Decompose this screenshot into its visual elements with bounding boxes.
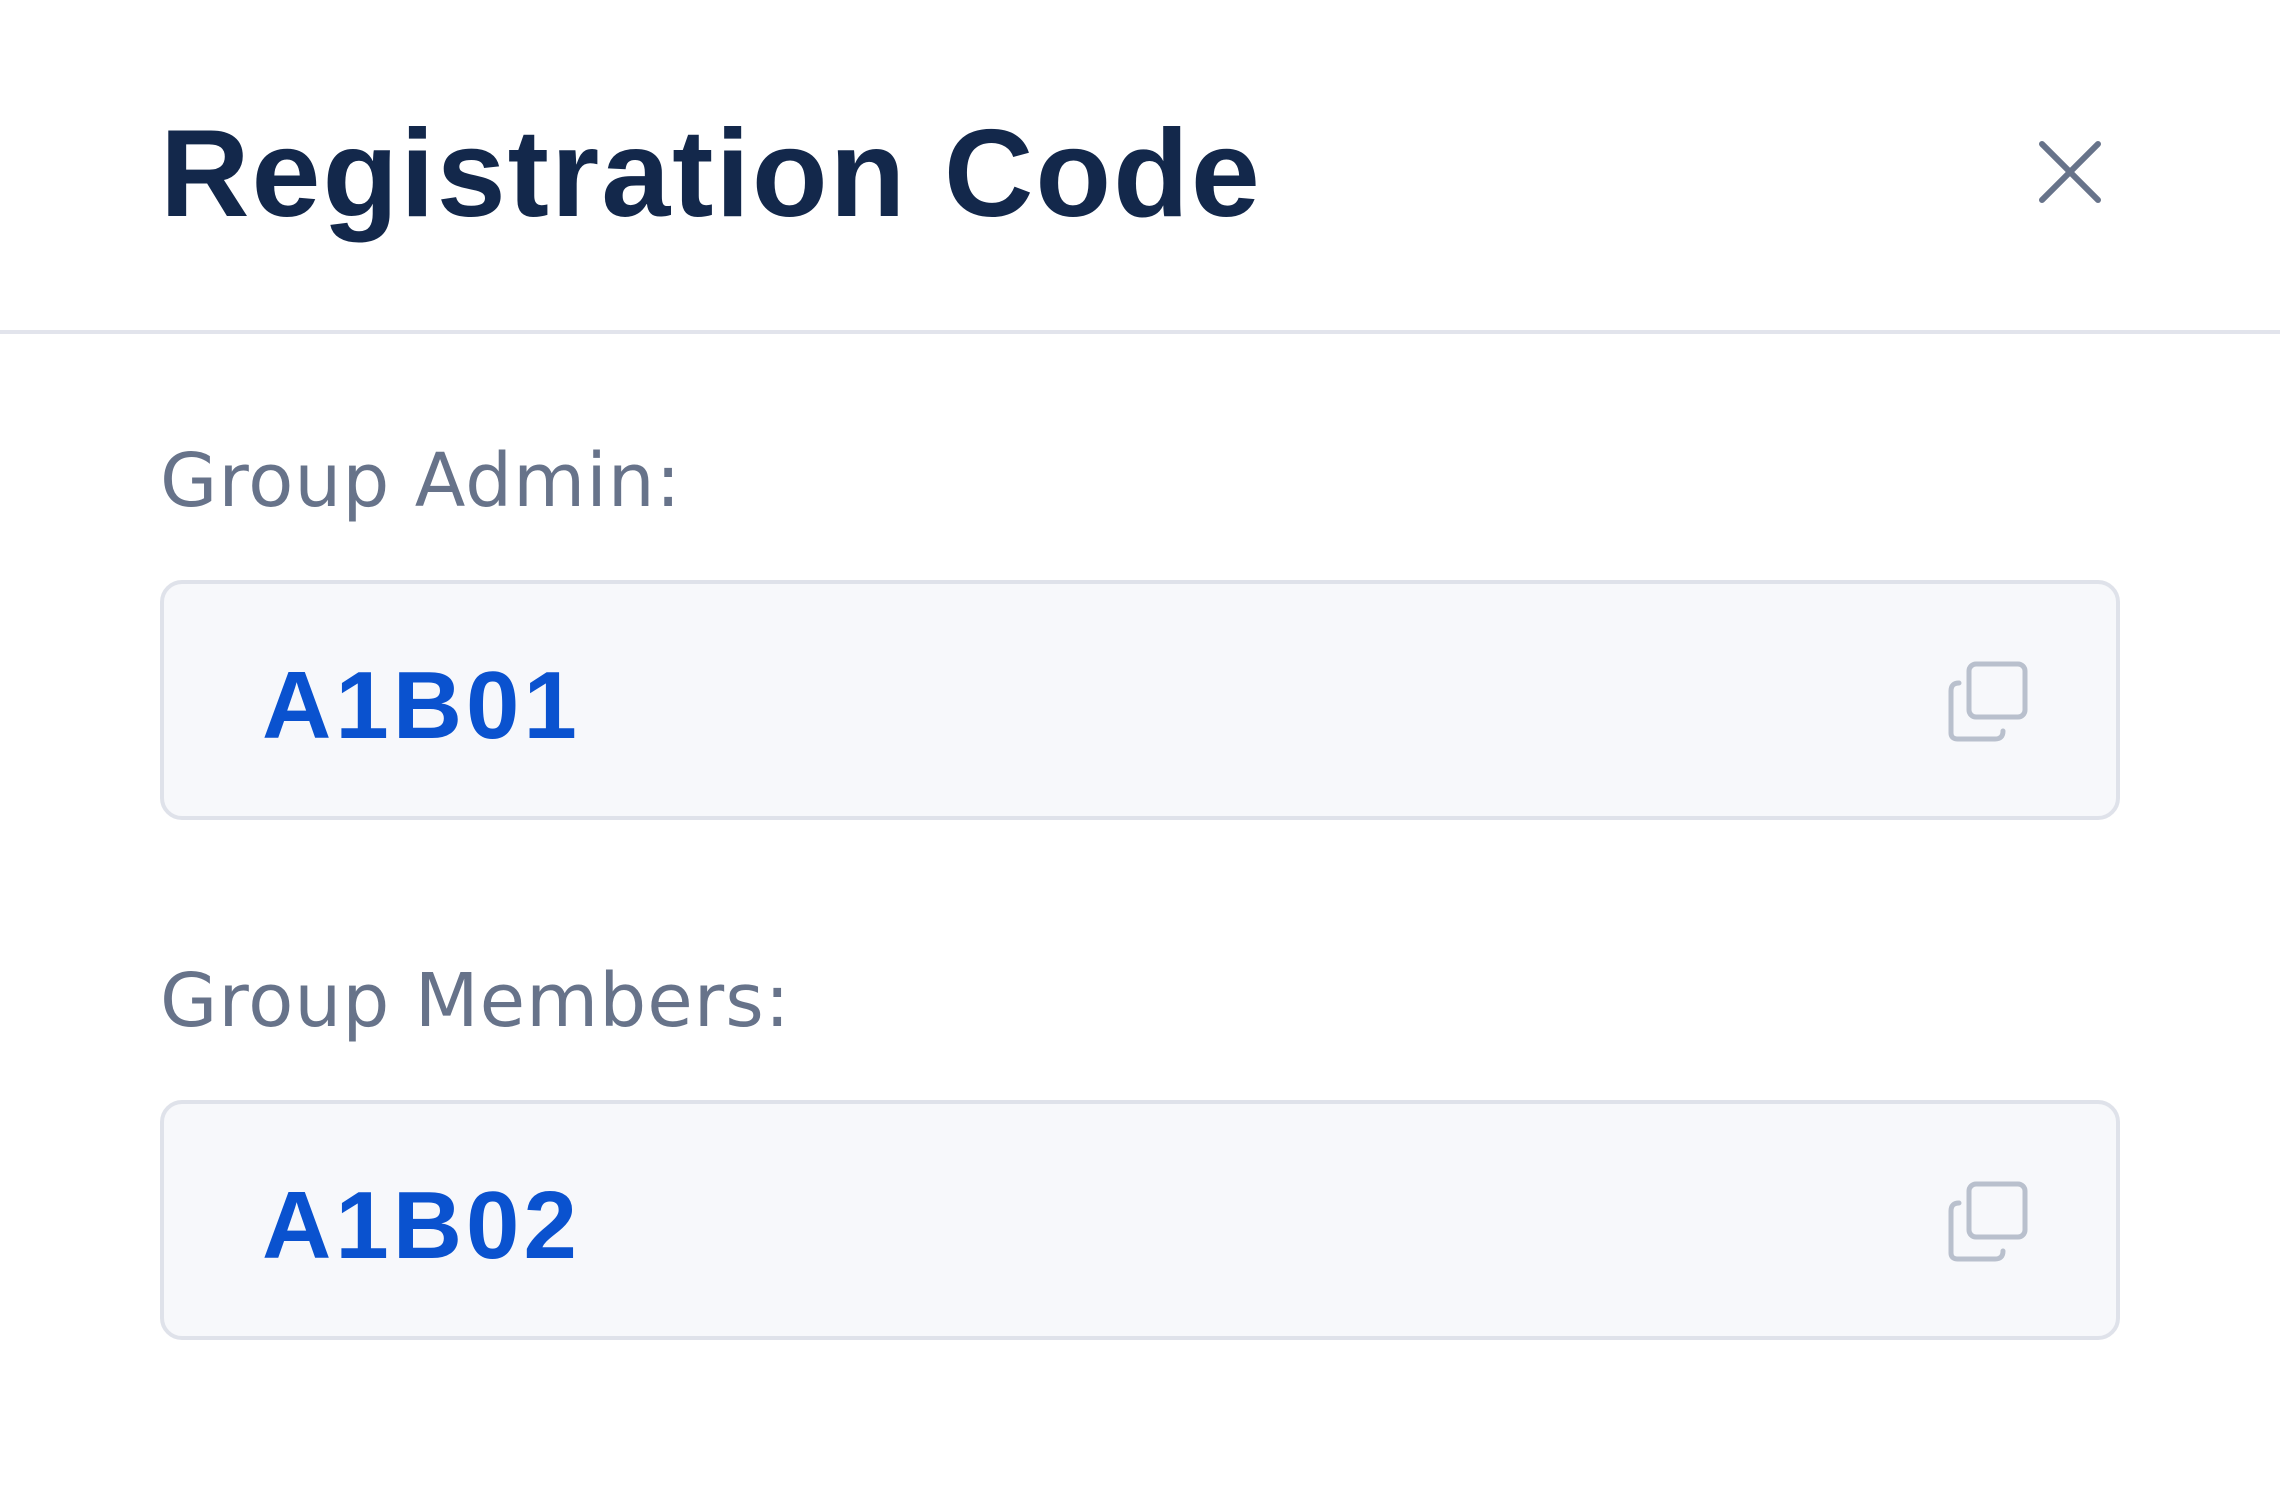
copy-icon [1948, 661, 2028, 742]
copy-group-admin-code-button[interactable] [1940, 654, 2036, 750]
group-admin-code-field: A1B01 [160, 580, 2120, 820]
group-members-code: A1B02 [262, 1172, 581, 1279]
copy-group-members-code-button[interactable] [1940, 1174, 2036, 1270]
group-members-label: Group Members: [160, 958, 791, 1044]
copy-icon [1948, 1181, 2028, 1262]
dialog-title: Registration Code [160, 105, 1262, 243]
registration-code-dialog: Registration Code Group Admin: A1B01 Gro… [0, 0, 2280, 1500]
group-admin-label: Group Admin: [160, 438, 682, 524]
group-admin-code: A1B01 [262, 652, 581, 759]
close-button[interactable] [2030, 132, 2110, 212]
group-members-code-field: A1B02 [160, 1100, 2120, 1340]
dialog-header: Registration Code [0, 0, 2280, 334]
close-icon [2039, 141, 2101, 203]
